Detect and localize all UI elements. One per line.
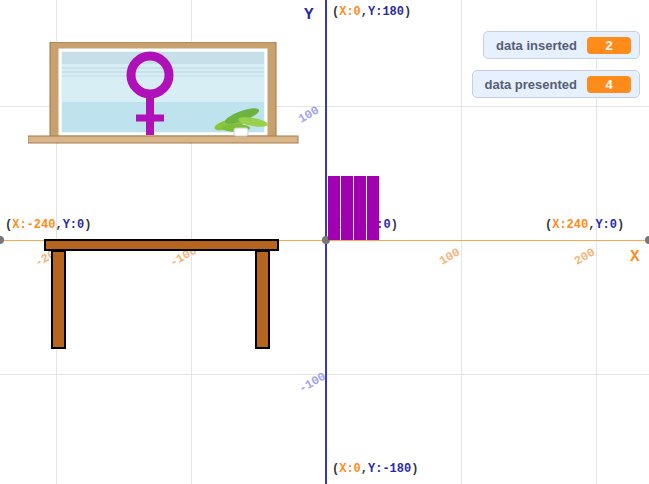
coordinate-label: (X:240,Y:0) [545, 218, 624, 232]
grid-line [461, 0, 462, 484]
bar [341, 176, 353, 241]
x-axis-name: X [630, 248, 640, 266]
bar [328, 176, 340, 241]
stage: -200-100100200100-100XY(X:-240,Y:0)(X:24… [0, 0, 649, 484]
x-tick-label: 200 [572, 246, 598, 269]
monitor-label: data inserted [496, 38, 577, 53]
x-tick-label: 100 [437, 246, 463, 269]
bar [367, 176, 379, 241]
coordinate-label: (X:-240,Y:0) [5, 218, 91, 232]
variable-monitor[interactable]: data inserted 2 [483, 31, 640, 59]
monitor-list: data inserted 2 data presented 4 [472, 31, 640, 98]
coordinate-label: (X:0,Y:-180) [332, 462, 418, 476]
bar [354, 176, 366, 241]
venus-symbol-icon [131, 56, 169, 135]
axis-end-dot [645, 236, 649, 244]
bar-chart [328, 160, 379, 240]
axis-end-dot [0, 236, 4, 244]
variable-monitor[interactable]: data presented 4 [472, 70, 640, 98]
monitor-value: 4 [587, 76, 631, 93]
monitor-label: data presented [485, 77, 577, 92]
table-sprite[interactable] [44, 239, 280, 351]
monitor-value: 2 [587, 37, 631, 54]
plant-icon [213, 105, 268, 136]
coordinate-label: (X:0,Y:180) [332, 5, 411, 19]
window-sprite[interactable] [28, 42, 300, 146]
y-axis-name: Y [304, 6, 314, 24]
